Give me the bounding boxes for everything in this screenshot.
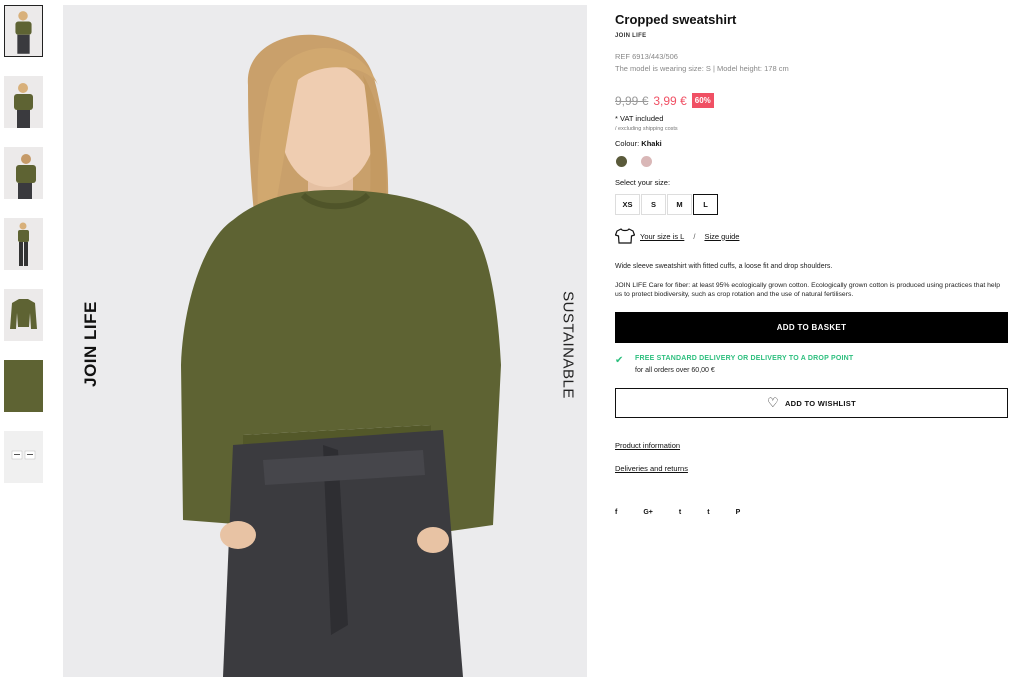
add-to-wishlist-button[interactable]: ♡ ADD TO WISHLIST	[615, 388, 1008, 418]
colour-value: Khaki	[641, 139, 662, 148]
product-information-link[interactable]: Product information	[615, 441, 680, 450]
google-plus-icon[interactable]: G+	[643, 509, 653, 516]
social-share: f G+ t t P	[615, 509, 740, 516]
thumbnail-6[interactable]	[4, 360, 43, 412]
delivery-title: FREE STANDARD DELIVERY OR DELIVERY TO A …	[635, 355, 854, 362]
size-help-row: Your size is L / Size guide	[615, 228, 739, 244]
shipping-note: / excluding shipping costs	[615, 126, 678, 132]
thumbnail-4[interactable]	[4, 218, 43, 270]
sale-price: 3,99 €	[653, 93, 687, 108]
tumblr-icon[interactable]: t	[707, 509, 709, 516]
swatch-khaki[interactable]	[616, 156, 627, 167]
colour-label: Colour: Khaki	[615, 139, 662, 148]
brand-label: JOIN LIFE	[615, 33, 647, 39]
product-main-image[interactable]	[63, 5, 587, 677]
thumbnail-2[interactable]	[4, 76, 43, 128]
delivery-subtitle: for all orders over 60,00 €	[635, 367, 715, 374]
size-xs-button[interactable]: XS	[615, 194, 640, 215]
model-info: The model is wearing size: S | Model hei…	[615, 64, 789, 73]
pinterest-icon[interactable]: P	[736, 509, 741, 516]
size-m-button[interactable]: M	[667, 194, 692, 215]
deliveries-returns-link[interactable]: Deliveries and returns	[615, 464, 688, 473]
thumbnail-5[interactable]	[4, 289, 43, 341]
facebook-icon[interactable]: f	[615, 509, 617, 516]
price-row: 9,99 € 3,99 € 60%	[615, 93, 714, 108]
thumbnail-1[interactable]	[4, 5, 43, 57]
wishlist-label: ADD TO WISHLIST	[784, 398, 856, 408]
check-icon: ✔	[615, 355, 624, 366]
product-title: Cropped sweatshirt	[615, 12, 737, 27]
heart-icon: ♡	[767, 395, 779, 410]
size-selector: XS S M L	[615, 194, 719, 215]
thumbnail-7[interactable]	[4, 431, 43, 483]
care-description: JOIN LIFE Care for fiber: at least 95% e…	[615, 282, 1000, 298]
size-guide-link[interactable]: Size guide	[704, 232, 739, 241]
product-description: Wide sleeve sweatshirt with fitted cuffs…	[615, 263, 833, 270]
add-to-basket-button[interactable]: ADD TO BASKET	[615, 312, 1008, 343]
thumbnail-3[interactable]	[4, 147, 43, 199]
swatch-pink[interactable]	[641, 156, 652, 167]
your-size-link[interactable]: Your size is L	[640, 232, 684, 241]
size-l-button[interactable]: L	[693, 194, 718, 215]
tshirt-icon	[615, 228, 635, 244]
discount-badge: 60%	[691, 93, 714, 108]
product-ref: REF 6913/443/506	[615, 52, 678, 61]
old-price: 9,99 €	[615, 93, 649, 108]
join-life-label: JOIN LIFE	[81, 301, 100, 387]
size-s-button[interactable]: S	[641, 194, 666, 215]
sustainable-label: SUSTAINABLE	[559, 291, 577, 399]
twitter-icon[interactable]: t	[679, 509, 681, 516]
separator: /	[693, 231, 696, 241]
model-photo	[63, 5, 587, 677]
select-size-label: Select your size:	[615, 178, 671, 187]
vat-note: * VAT included	[615, 114, 664, 123]
